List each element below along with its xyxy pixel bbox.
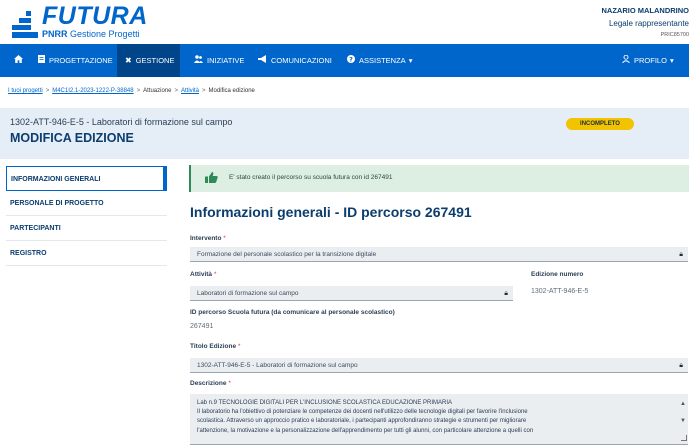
sidebar-item-registro[interactable]: REGISTRO [6,241,167,266]
chevron-down-icon: ▾ [408,56,413,65]
breadcrumb-attivita[interactable]: Attività [181,88,199,94]
megaphone-icon [258,44,267,77]
attivita-label: Attività * [190,271,217,278]
intervento-label: Intervento * [190,235,226,242]
intervento-field[interactable]: Formazione del personale scolastico per … [190,247,688,262]
home-icon [14,44,23,77]
nav-comunicazioni[interactable]: COMUNICAZIONI [258,44,332,77]
section-title: Informazioni generali - ID percorso 2674… [190,204,472,220]
scroll-up-icon[interactable]: ▲ [680,401,686,407]
brand-title: FUTURA [42,2,148,30]
breadcrumb-project-code[interactable]: M4C1I2.1-2023-1222-P-38848 [52,88,133,94]
app-header: FUTURA PNRR Gestione Progetti NAZARIO MA… [0,0,689,44]
breadcrumb-current: Modifica edizione [208,88,255,94]
nav-assistenza[interactable]: ? ASSISTENZA ▾ [347,44,412,77]
descrizione-label: Descrizione * [190,380,231,387]
descrizione-textarea[interactable]: Lab n.9 TECNOLOGIE DIGITALI PER L'INCLUS… [190,394,688,445]
main-content: E' stato creato il percorso su scuola fu… [176,165,689,445]
sidebar-item-partecipanti[interactable]: PARTECIPANTI [6,216,167,241]
tools-icon: ✖ [125,56,132,65]
descrizione-line: scolastica. Attraverso un approccio prat… [197,418,527,425]
user-school-code: PRIC85700 [660,32,689,38]
user-name: NAZARIO MALANDRINO [601,6,689,15]
logo-blocks-icon [12,11,40,39]
breadcrumb-progetti[interactable]: I tuoi progetti [8,88,43,94]
breadcrumb-attuazione: Attuazione [143,88,172,94]
nav-home[interactable] [14,44,27,77]
lock-icon: 🔒︎ [679,362,683,369]
descrizione-line: l'attenzione, la motivazione e la person… [197,427,534,434]
titolo-label: Titolo Edizione * [190,343,241,350]
descrizione-line: Il laboratorio ha l'obiettivo di potenzi… [197,409,528,416]
edizione-label: Edizione numero [531,271,584,278]
chevron-down-icon: ▾ [669,56,674,65]
lock-icon: 🔒︎ [679,251,683,258]
thumbs-up-icon [205,172,218,186]
people-icon [194,44,203,77]
futura-logo[interactable]: FUTURA PNRR Gestione Progetti [12,2,162,41]
nav-iniziative[interactable]: INIZIATIVE [194,44,244,77]
user-icon [622,44,630,77]
brand-subtitle: PNRR Gestione Progetti [42,29,140,39]
edition-code: 1302-ATT-946-E-5 - Laboratori di formazi… [10,117,233,127]
sidebar: INFORMAZIONI GENERALI PERSONALE DI PROGE… [6,166,167,266]
sidebar-item-personale[interactable]: PERSONALE DI PROGETTO [6,191,167,216]
page-title: MODIFICA EDIZIONE [10,131,134,145]
descrizione-line: Lab n.9 TECNOLOGIE DIGITALI PER L'INCLUS… [197,400,452,406]
attivita-field[interactable]: Laboratori di formazione sul campo 🔒︎ [190,286,513,301]
scroll-down-icon[interactable]: ▼ [680,418,686,424]
alert-message: E' stato creato il percorso su scuola fu… [229,174,393,181]
page-title-band: 1302-ATT-946-E-5 - Laboratori di formazi… [0,108,689,159]
user-role: Legale rappresentante [608,19,689,28]
nav-gestione[interactable]: ✖ GESTIONE [117,44,180,77]
sidebar-item-informazioni-generali[interactable]: INFORMAZIONI GENERALI [6,166,167,191]
id-percorso-value: 267491 [190,323,214,330]
id-percorso-label: ID percorso Scuola futura (da comunicare… [190,309,395,316]
user-info: NAZARIO MALANDRINO Legale rappresentante… [579,6,689,38]
status-badge: INCOMPLETO [566,118,634,130]
svg-text:?: ? [349,55,353,63]
help-icon: ? [347,44,355,77]
titolo-field[interactable]: 1302-ATT-946-E-5 - Laboratori di formazi… [190,358,688,373]
success-alert: E' stato creato il percorso su scuola fu… [189,165,689,192]
document-icon [38,44,45,77]
breadcrumb: I tuoi progetti > M4C1I2.1-2023-1222-P-388… [8,88,255,94]
main-navbar: PROGETTAZIONE ✖ GESTIONE INIZIATIVE COMUN… [0,44,689,77]
lock-icon: 🔒︎ [504,290,508,297]
edizione-value: 1302-ATT-946-E-5 [531,288,589,295]
nav-progettazione[interactable]: PROGETTAZIONE [38,44,113,77]
resize-grip-icon[interactable] [681,435,687,441]
nav-profilo[interactable]: PROFILO ▾ [622,44,674,77]
